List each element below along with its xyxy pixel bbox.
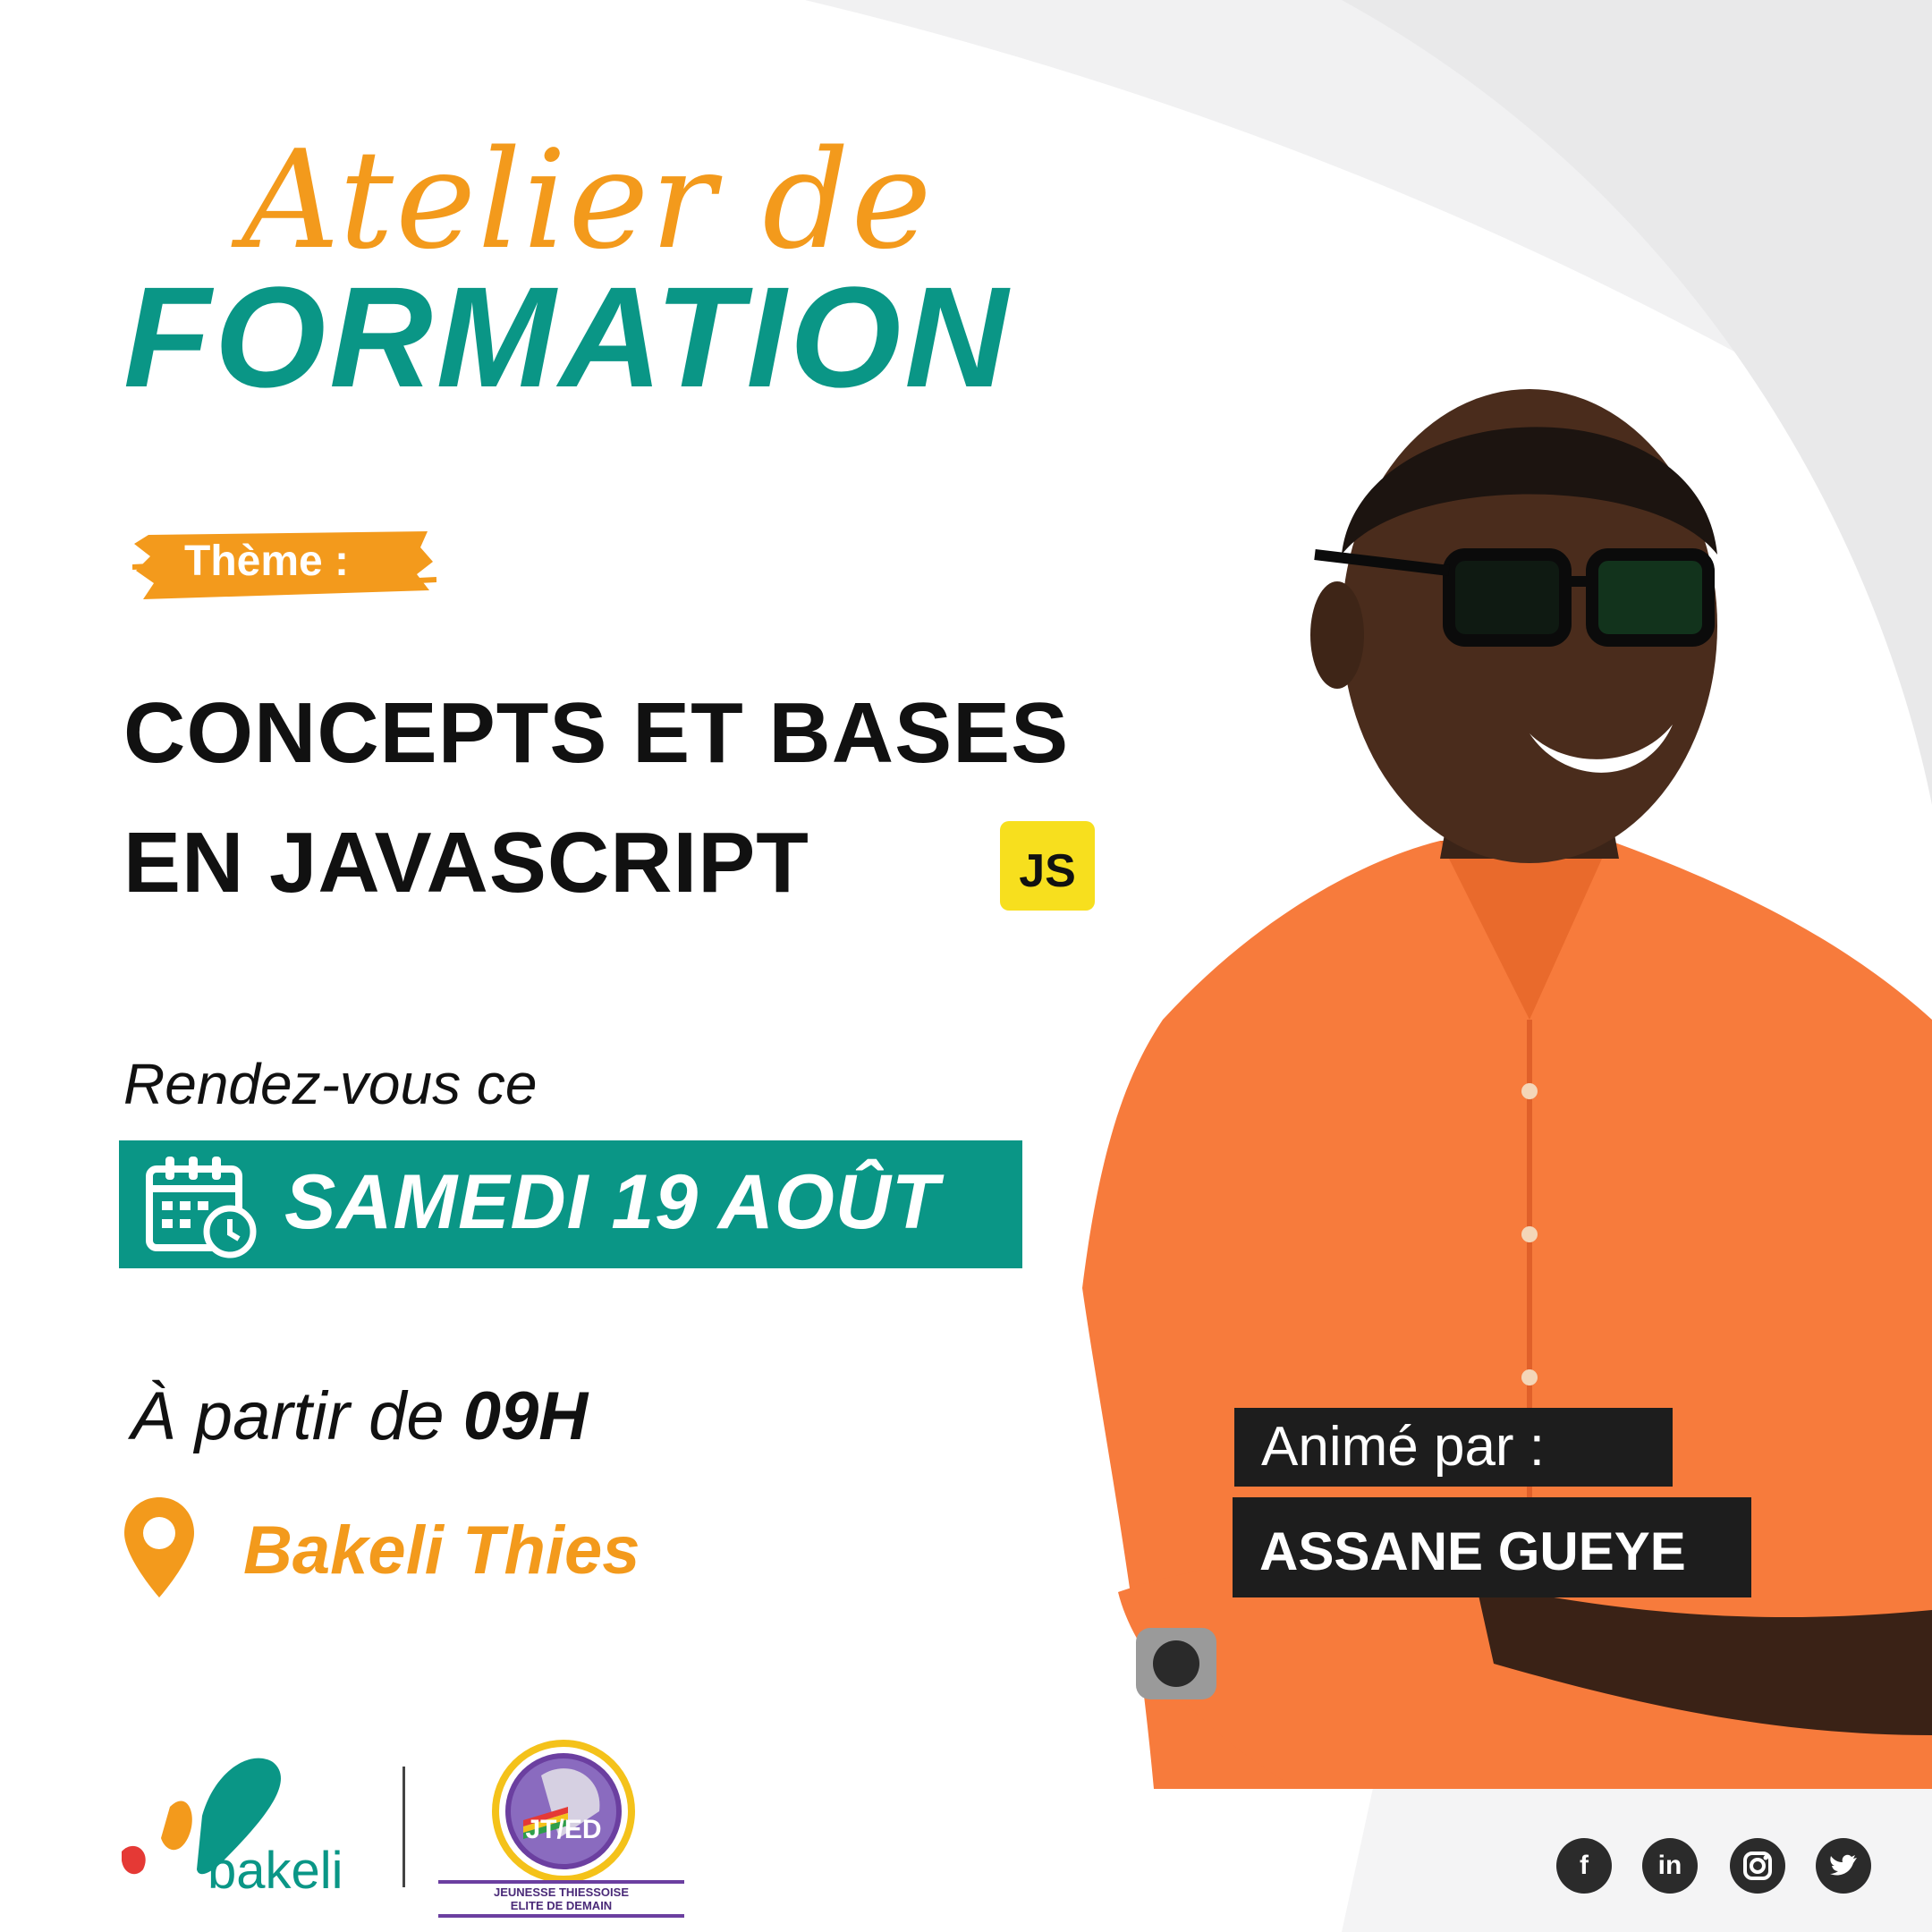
bakeli-wordmark: bakeli bbox=[208, 1842, 343, 1900]
headline-line-2: EN JAVASCRIPT bbox=[123, 815, 809, 911]
location-pin-icon bbox=[124, 1497, 194, 1597]
linkedin-icon[interactable]: in bbox=[1642, 1838, 1698, 1894]
jted-logo: JT/ED bbox=[492, 1740, 635, 1883]
twitter-icon[interactable] bbox=[1816, 1838, 1871, 1894]
date-banner: SAMEDI 19 AOÛT bbox=[119, 1140, 1022, 1268]
location-name: Bakeli Thies bbox=[243, 1513, 640, 1589]
rendezvous-intro: Rendez-vous ce bbox=[123, 1052, 538, 1116]
theme-tag: Thème : bbox=[132, 528, 436, 605]
host-label: Animé par : bbox=[1261, 1416, 1546, 1478]
time-prefix: À partir de bbox=[131, 1378, 445, 1454]
facebook-icon[interactable]: f bbox=[1556, 1838, 1612, 1894]
calendar-clock-icon bbox=[146, 1157, 257, 1258]
jted-caption-line-2: ELITE DE DEMAIN bbox=[438, 1899, 684, 1918]
start-time: À partir de 09H bbox=[131, 1377, 588, 1455]
theme-label: Thème : bbox=[184, 538, 350, 585]
jted-logo-text: JT/ED bbox=[525, 1815, 601, 1844]
host-name: ASSANE GUEYE bbox=[1259, 1521, 1686, 1581]
jted-caption-line-1: JEUNESSE THIESSOISE bbox=[438, 1880, 684, 1899]
formation-title: FORMATION bbox=[123, 257, 1012, 417]
host-name-box: ASSANE GUEYE bbox=[1233, 1497, 1751, 1597]
logo-divider bbox=[402, 1767, 405, 1887]
host-label-box: Animé par : bbox=[1234, 1408, 1673, 1487]
headline-line-1: CONCEPTS ET BASES bbox=[123, 685, 1070, 781]
instagram-icon[interactable] bbox=[1730, 1838, 1785, 1894]
date-text: SAMEDI 19 AOÛT bbox=[284, 1159, 940, 1245]
jted-caption: JEUNESSE THIESSOISE ELITE DE DEMAIN bbox=[438, 1880, 684, 1918]
time-value: 09H bbox=[462, 1378, 589, 1454]
